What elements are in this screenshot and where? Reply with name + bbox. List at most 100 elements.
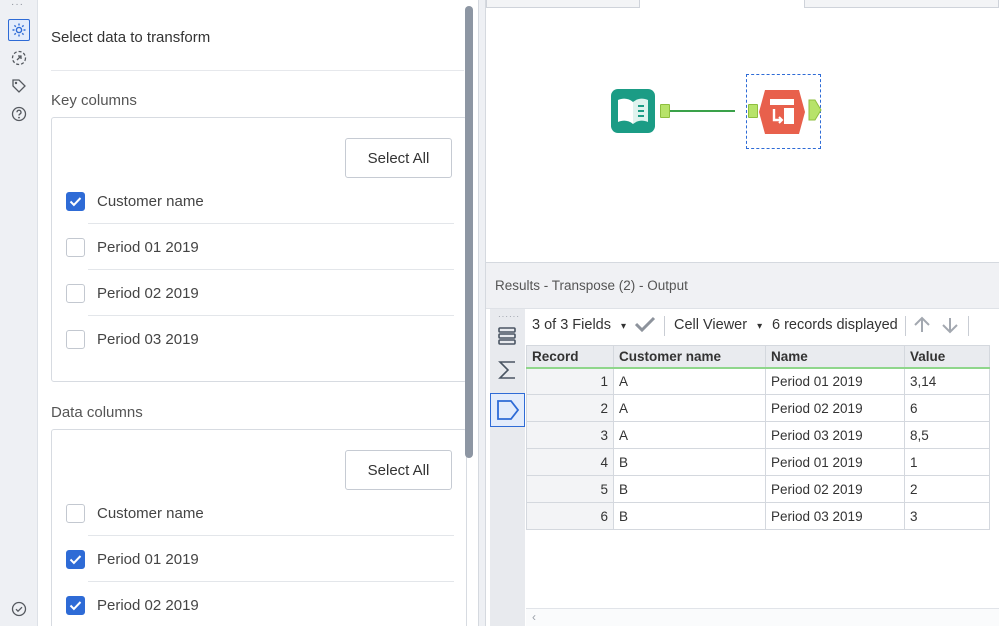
- table-row[interactable]: 5 B Period 02 2019 2: [526, 475, 990, 503]
- table-cell[interactable]: Period 01 2019: [765, 448, 905, 476]
- table-row[interactable]: 4 B Period 01 2019 1: [526, 448, 990, 476]
- record-cell[interactable]: 2: [526, 394, 614, 422]
- tab-stub[interactable]: [486, 0, 640, 8]
- record-cell[interactable]: 6: [526, 502, 614, 530]
- column-header[interactable]: Customer name: [613, 345, 766, 369]
- data-column-item[interactable]: Customer name: [66, 490, 466, 536]
- table-cell[interactable]: A: [613, 367, 766, 395]
- column-header[interactable]: Name: [765, 345, 905, 369]
- table-cell[interactable]: Period 02 2019: [765, 394, 905, 422]
- column-header[interactable]: Value: [904, 345, 990, 369]
- results-table: Record Customer name Name Value 1 A Peri…: [526, 345, 990, 530]
- checkbox-unchecked[interactable]: [66, 283, 85, 303]
- key-column-item[interactable]: Period 03 2019: [66, 316, 466, 362]
- configuration-panel: Select data to transform Key columns Sel…: [38, 0, 478, 626]
- results-window: Results - Transpose (2) - Output ······ …: [486, 262, 999, 626]
- record-cell[interactable]: 4: [526, 448, 614, 476]
- transpose-tool-icon[interactable]: [758, 88, 806, 141]
- input-anchor[interactable]: [748, 104, 758, 118]
- item-label: Period 02 2019: [97, 284, 199, 302]
- table-cell[interactable]: B: [613, 475, 766, 503]
- key-columns-label: Key columns: [51, 92, 137, 109]
- table-row[interactable]: 3 A Period 03 2019 8,5: [526, 421, 990, 449]
- item-label: Period 01 2019: [97, 238, 199, 256]
- panel-title: Select data to transform: [51, 29, 211, 46]
- checkbox-checked[interactable]: [66, 595, 85, 615]
- arrow-down-icon[interactable]: [940, 315, 960, 339]
- apply-check-icon[interactable]: [634, 315, 656, 337]
- data-select-all-button[interactable]: Select All: [345, 450, 452, 490]
- record-cell[interactable]: 3: [526, 421, 614, 449]
- table-cell[interactable]: 2: [904, 475, 990, 503]
- table-cell[interactable]: 8,5: [904, 421, 990, 449]
- checkbox-checked[interactable]: [66, 191, 85, 211]
- divider: [968, 316, 969, 336]
- drag-handle-icon[interactable]: ······: [498, 312, 520, 321]
- checkbox-unchecked[interactable]: [66, 329, 85, 349]
- divider: [51, 70, 464, 71]
- data-column-item[interactable]: Period 01 2019: [66, 536, 466, 582]
- output-anchor[interactable]: [808, 99, 822, 121]
- table-row[interactable]: 1 A Period 01 2019 3,14: [526, 367, 990, 395]
- table-cell[interactable]: Period 01 2019: [765, 367, 905, 395]
- table-cell[interactable]: 3: [904, 502, 990, 530]
- item-label: Period 01 2019: [97, 550, 199, 568]
- help-icon[interactable]: [8, 103, 30, 125]
- checkbox-unchecked[interactable]: [66, 503, 85, 523]
- fields-dropdown[interactable]: 3 of 3 Fields ▾: [532, 317, 626, 333]
- tool-rail: ···: [0, 0, 38, 626]
- table-cell[interactable]: B: [613, 502, 766, 530]
- arrow-up-icon[interactable]: [912, 315, 932, 339]
- chevron-down-icon: ▾: [621, 321, 627, 332]
- table-row[interactable]: 2 A Period 02 2019 6: [526, 394, 990, 422]
- drag-handle-icon[interactable]: ···: [11, 0, 27, 10]
- cell-viewer-dropdown[interactable]: Cell Viewer ▾: [674, 317, 762, 333]
- key-column-item[interactable]: Period 01 2019: [66, 224, 466, 270]
- data-view-icon[interactable]: [490, 393, 525, 427]
- table-cell[interactable]: 3,14: [904, 367, 990, 395]
- check-circle-icon[interactable]: [8, 598, 30, 620]
- checkbox-checked[interactable]: [66, 549, 85, 569]
- horizontal-scrollbar[interactable]: ‹: [526, 608, 999, 626]
- panel-splitter[interactable]: [478, 0, 486, 626]
- chevron-down-icon: ▾: [757, 321, 763, 332]
- data-column-item[interactable]: Period 02 2019: [66, 582, 466, 626]
- column-header[interactable]: Record: [526, 345, 614, 369]
- input-data-tool-icon[interactable]: [610, 88, 658, 141]
- item-label: Period 03 2019: [97, 330, 199, 348]
- chevron-left-icon[interactable]: ‹: [532, 610, 536, 624]
- table-cell[interactable]: Period 03 2019: [765, 502, 905, 530]
- key-select-all-button[interactable]: Select All: [345, 138, 452, 178]
- results-header: Results - Transpose (2) - Output: [486, 263, 999, 309]
- item-label: Customer name: [97, 504, 204, 522]
- tag-icon[interactable]: [8, 75, 30, 97]
- record-cell[interactable]: 5: [526, 475, 614, 503]
- record-cell[interactable]: 1: [526, 367, 614, 395]
- results-toolbar: 3 of 3 Fields ▾ Cell Viewer ▾ 6 records …: [526, 313, 999, 341]
- sigma-icon[interactable]: [496, 359, 518, 386]
- table-cell[interactable]: 1: [904, 448, 990, 476]
- table-cell[interactable]: A: [613, 421, 766, 449]
- output-anchor[interactable]: [660, 104, 670, 118]
- table-cell[interactable]: Period 02 2019: [765, 475, 905, 503]
- key-column-item[interactable]: Customer name: [66, 178, 466, 224]
- table-cell[interactable]: B: [613, 448, 766, 476]
- workflow-canvas[interactable]: [486, 0, 999, 262]
- table-cell[interactable]: A: [613, 394, 766, 422]
- gear-icon[interactable]: [8, 19, 30, 41]
- results-title: Results - Transpose (2) - Output: [495, 278, 688, 293]
- table-cell[interactable]: Period 03 2019: [765, 421, 905, 449]
- scrollbar[interactable]: [465, 6, 473, 458]
- table-row[interactable]: 6 B Period 03 2019 3: [526, 502, 990, 530]
- connection-line[interactable]: [667, 110, 735, 112]
- checkbox-unchecked[interactable]: [66, 237, 85, 257]
- metadata-icon[interactable]: [496, 325, 518, 352]
- fields-label: 3 of 3 Fields: [532, 317, 611, 333]
- table-cell[interactable]: 6: [904, 394, 990, 422]
- key-column-item[interactable]: Period 02 2019: [66, 270, 466, 316]
- key-columns-box: Select All Customer name Period 01 2019 …: [51, 117, 467, 382]
- data-columns-box: Select All Customer name Period 01 2019 …: [51, 429, 467, 626]
- tab-stub[interactable]: [804, 0, 999, 8]
- arrow-out-icon[interactable]: [8, 47, 30, 69]
- divider: [905, 316, 906, 336]
